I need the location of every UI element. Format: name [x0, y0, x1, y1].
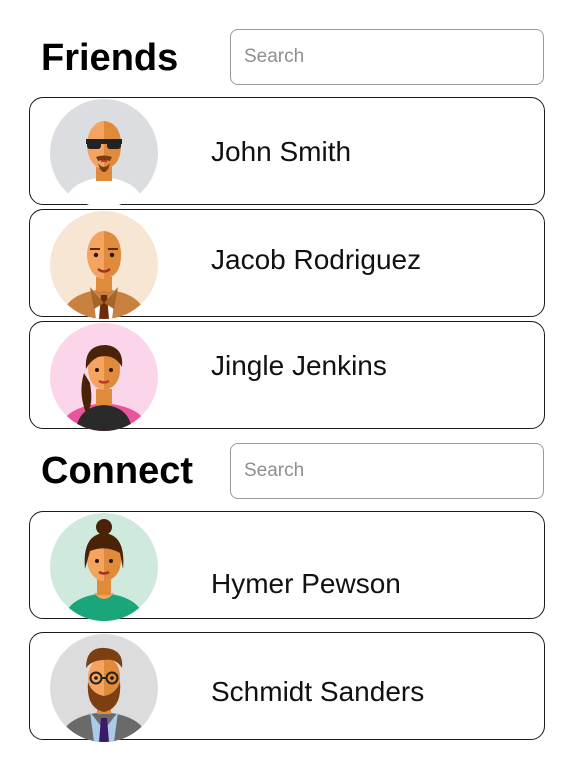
- friends-search-input[interactable]: [230, 29, 544, 85]
- bearded-man-glasses-avatar: [50, 634, 158, 742]
- friend-name: Jingle Jenkins: [211, 350, 387, 381]
- connect-title: Connect: [41, 450, 193, 492]
- friend-card-jingle-jenkins[interactable]: Jingle Jenkins: [29, 321, 545, 431]
- friend-card-john-smith[interactable]: John Smith: [29, 97, 545, 207]
- woman-bun-avatar: [50, 513, 158, 621]
- bald-man-suit-avatar: [50, 211, 158, 319]
- connect-search-input[interactable]: [230, 443, 544, 499]
- bald-man-sunglasses-avatar: [50, 99, 158, 207]
- connect-card-hymer-pewson[interactable]: Hymer Pewson: [29, 511, 545, 621]
- friend-name: John Smith: [211, 136, 352, 167]
- connect-card-schmidt-sanders[interactable]: Schmidt Sanders: [29, 632, 545, 742]
- friends-title: Friends: [41, 37, 179, 79]
- connect-name: Schmidt Sanders: [211, 676, 425, 707]
- woman-ponytail-avatar: [50, 323, 158, 431]
- friend-card-jacob-rodriguez[interactable]: Jacob Rodriguez: [29, 209, 545, 319]
- friend-name: Jacob Rodriguez: [211, 244, 422, 275]
- friends-header: Friends: [0, 22, 563, 94]
- connect-name: Hymer Pewson: [211, 568, 401, 599]
- connect-header: Connect: [0, 435, 563, 507]
